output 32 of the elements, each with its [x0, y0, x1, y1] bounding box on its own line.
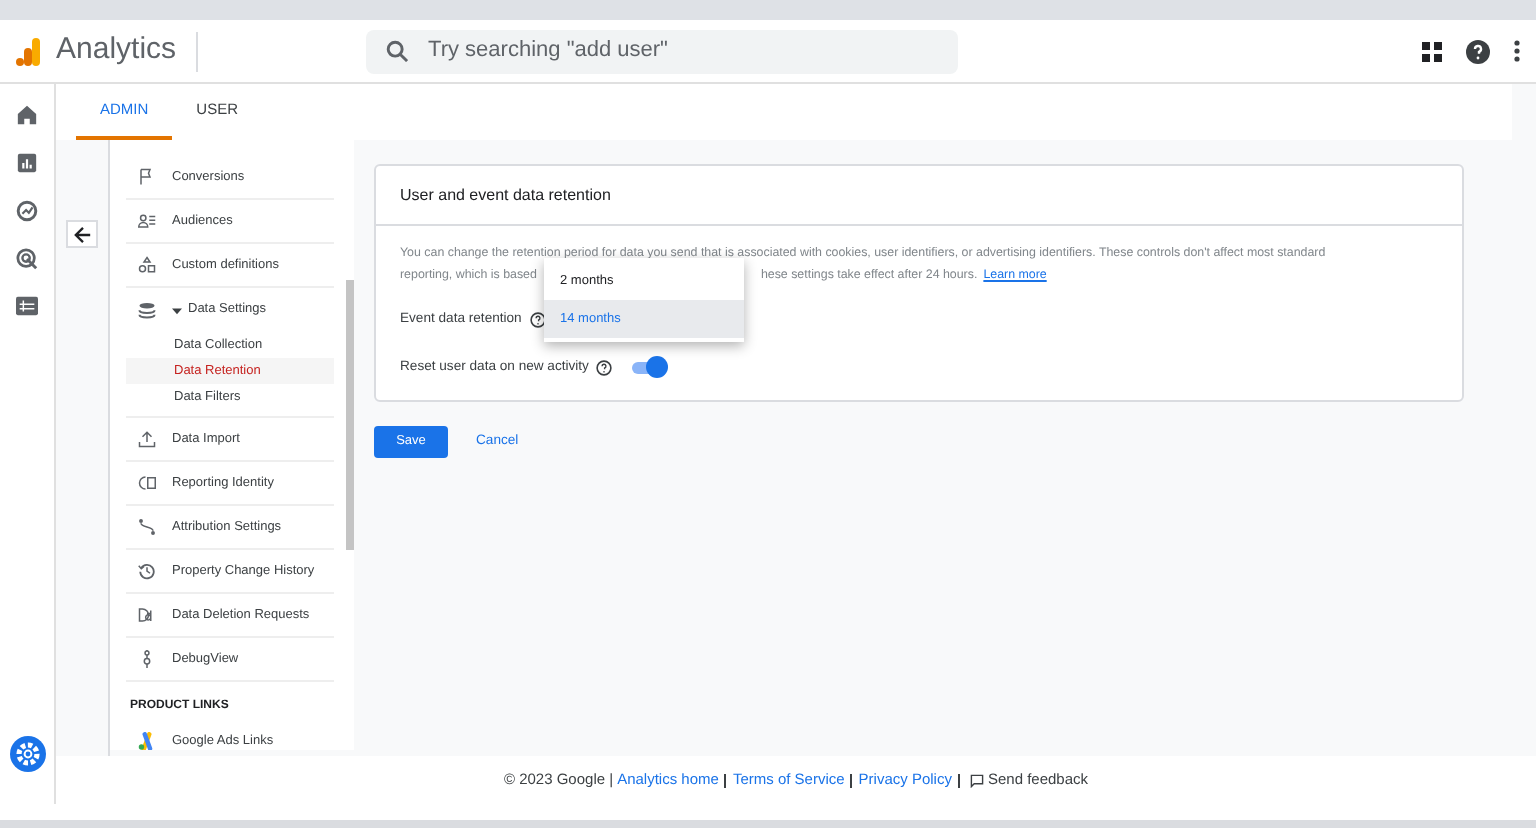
ads-icon [138, 732, 156, 750]
history-icon [138, 562, 156, 580]
help-icon[interactable] [1466, 39, 1490, 63]
shapes-icon [138, 256, 156, 274]
search-field[interactable]: Try searching "add user" [366, 29, 959, 73]
home-icon[interactable] [16, 104, 38, 126]
list-icon[interactable] [16, 296, 38, 316]
back-button[interactable] [66, 220, 98, 248]
flag-icon [138, 168, 156, 186]
back-arrow-icon [73, 225, 91, 243]
apps-grid-icon[interactable] [1422, 41, 1442, 61]
dd-icon [138, 606, 156, 624]
more-vert-icon[interactable] [1514, 40, 1520, 62]
database-icon [138, 301, 156, 319]
explore-icon[interactable] [16, 200, 38, 222]
analytics-logo-icon [16, 37, 40, 65]
search-input[interactable]: Try searching "add user" [428, 34, 909, 68]
debug-icon [138, 650, 156, 668]
upload-icon [138, 430, 156, 448]
identity-icon [138, 474, 156, 492]
card-title: User and event data retention [400, 183, 611, 207]
settings-icon[interactable] [10, 736, 46, 772]
feedback-icon [969, 773, 984, 787]
people-list-icon [138, 212, 156, 230]
toggle-switch[interactable] [632, 361, 665, 374]
search-icon [386, 40, 409, 62]
app-name: Analytics [56, 30, 177, 71]
scrollbar[interactable] [346, 280, 354, 550]
bar-chart-icon[interactable] [16, 152, 38, 174]
help-icon[interactable] [596, 359, 613, 376]
route-icon [138, 518, 156, 536]
target-icon[interactable] [16, 248, 38, 270]
